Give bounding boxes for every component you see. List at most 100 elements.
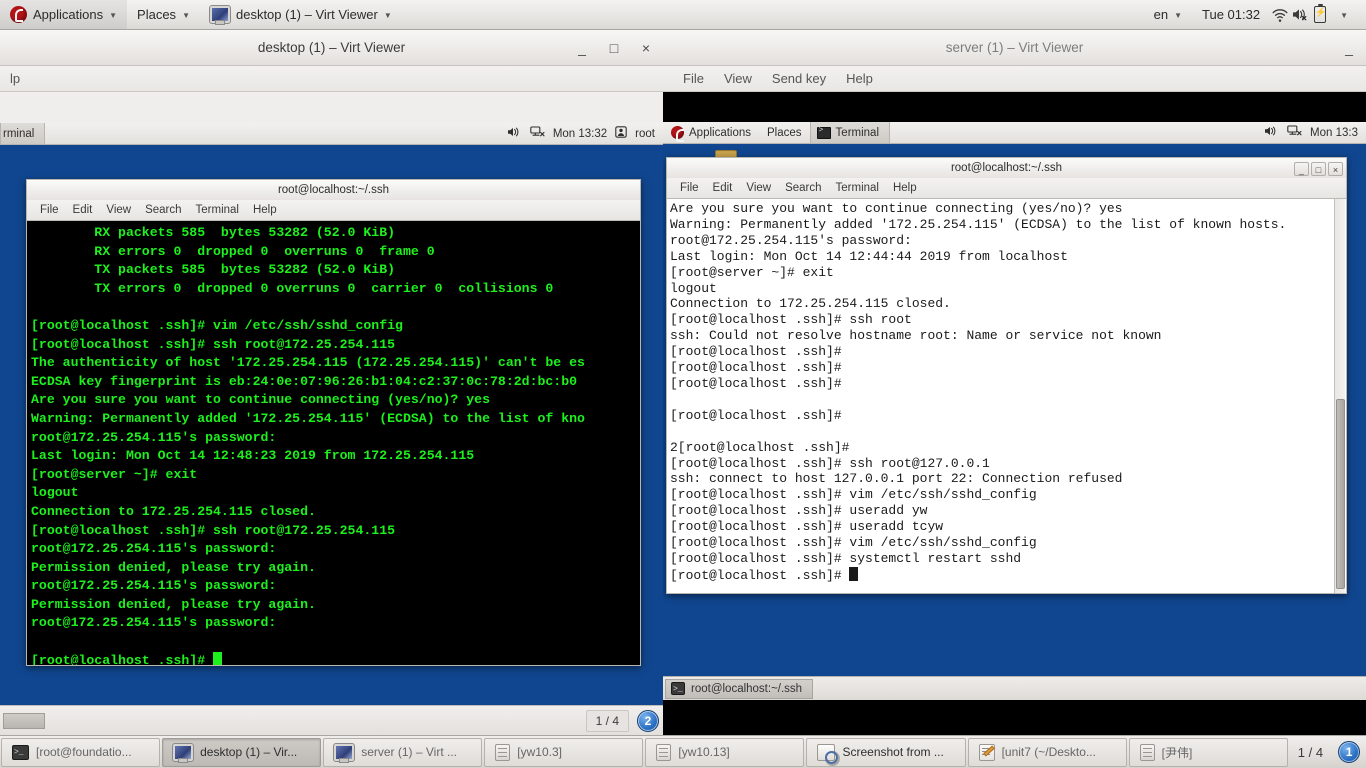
keyboard-layout-label: en: [1153, 7, 1169, 22]
system-menu[interactable]: ▼: [1330, 0, 1358, 29]
right-guest-applications-menu[interactable]: Applications: [663, 122, 759, 143]
taskbar-item-1[interactable]: desktop (1) – Vir...: [162, 737, 322, 767]
taskbar-item-0[interactable]: [root@foundatio...: [1, 737, 161, 767]
chevron-down-icon: ▼: [1174, 11, 1183, 20]
terminal-line: Are you sure you want to continue connec…: [670, 201, 1123, 216]
clock-label: Tue 01:32: [1202, 7, 1261, 22]
taskbar-item-label: [yw10.3]: [517, 745, 562, 759]
places-menu[interactable]: Places ▼: [127, 0, 200, 29]
text-editor-icon: [978, 743, 995, 761]
taskbar-item-5[interactable]: Screenshot from ...: [806, 737, 966, 767]
volume-muted-icon[interactable]: [1290, 5, 1310, 25]
terminal-line: Last login: Mon Oct 14 12:44:44 2019 fro…: [670, 248, 1068, 264]
right-guest-bottom-panel: root@localhost:~/.ssh: [663, 676, 1366, 700]
terminal-line: [root@localhost .ssh]#: [31, 651, 636, 665]
left-viewer-titlebar[interactable]: desktop (1) – Virt Viewer _ □ ×: [0, 30, 663, 66]
right-terminal-titlebar[interactable]: root@localhost:~/.ssh _ □ ×: [666, 157, 1347, 178]
menu-search[interactable]: Search: [138, 204, 188, 216]
right-terminal-menubar[interactable]: File Edit View Search Terminal Help: [666, 178, 1347, 199]
workspace-badge[interactable]: 1: [1338, 741, 1361, 763]
applications-menu[interactable]: Applications ▼: [0, 0, 128, 29]
left-viewer-menu-clipped[interactable]: lp: [0, 71, 30, 86]
volume-icon[interactable]: [1264, 125, 1279, 140]
taskbar-item-6[interactable]: [unit7 (~/Deskto...: [967, 737, 1127, 767]
left-guest-clock[interactable]: Mon 13:32: [553, 128, 607, 140]
terminal-scrollbar-thumb[interactable]: [1336, 399, 1345, 589]
applications-menu-label: Applications: [33, 7, 104, 22]
left-terminal-menubar[interactable]: File Edit View Search Terminal Help: [26, 200, 641, 221]
left-viewer-badge[interactable]: 2: [637, 709, 659, 732]
terminal-line: TX packets 585 bytes 53282 (52.0 KiB): [31, 262, 396, 278]
menu-help[interactable]: Help: [886, 182, 924, 194]
taskbar-item-2[interactable]: server (1) – Virt ...: [323, 737, 483, 767]
battery-icon[interactable]: [1310, 3, 1330, 25]
terminal-line: Connection to 172.25.254.115 closed.: [670, 296, 951, 312]
taskbar-item-7[interactable]: [尹伟]: [1128, 737, 1288, 767]
menu-terminal[interactable]: Terminal: [829, 182, 886, 194]
left-guest-user-label[interactable]: root: [635, 128, 655, 140]
menu-file[interactable]: File: [33, 204, 66, 216]
menu-edit[interactable]: Edit: [66, 204, 100, 216]
minimize-button[interactable]: _: [1340, 39, 1358, 57]
minimize-button[interactable]: _: [573, 39, 591, 57]
network-icon[interactable]: [1287, 125, 1302, 140]
menu-edit[interactable]: Edit: [706, 182, 740, 194]
left-viewer-statusbar: 1 / 4 2: [0, 705, 663, 735]
keyboard-layout-indicator[interactable]: en ▼: [1144, 0, 1192, 29]
network-icon[interactable]: [530, 126, 545, 141]
menu-search[interactable]: Search: [778, 182, 828, 194]
menu-file[interactable]: File: [673, 71, 714, 86]
menu-file[interactable]: File: [673, 182, 706, 194]
left-viewer-menubar[interactable]: lp: [0, 66, 663, 92]
menu-help[interactable]: Help: [246, 204, 284, 216]
right-guest-applications-label: Applications: [689, 126, 752, 139]
volume-icon[interactable]: [507, 126, 522, 141]
user-icon[interactable]: [615, 126, 627, 141]
taskbar-item-3[interactable]: [yw10.3]: [484, 737, 644, 767]
terminal-line: Connection to 172.25.254.115 closed.: [31, 503, 316, 519]
menu-view[interactable]: View: [739, 182, 778, 194]
horizontal-scrollbar[interactable]: [3, 712, 45, 729]
right-viewer-titlebar[interactable]: server (1) – Virt Viewer _: [663, 30, 1366, 66]
left-guest-task-terminal[interactable]: rminal: [0, 123, 46, 144]
fedora-logo-icon: [10, 6, 27, 23]
terminal-scrollbar[interactable]: [1334, 199, 1345, 593]
left-terminal-titlebar[interactable]: root@localhost:~/.ssh: [26, 179, 641, 200]
right-viewer-canvas: Applications Places Terminal: [663, 119, 1366, 735]
close-button[interactable]: ×: [637, 39, 655, 57]
menu-send-key[interactable]: Send key: [762, 71, 836, 86]
right-guest-bottom-task[interactable]: root@localhost:~/.ssh: [665, 678, 814, 699]
menu-view[interactable]: View: [714, 71, 762, 86]
minimize-button[interactable]: _: [1294, 161, 1309, 176]
right-guest-task-terminal[interactable]: Terminal: [809, 122, 891, 143]
terminal-line: Warning: Permanently added '172.25.254.1…: [670, 216, 1287, 232]
taskbar-item-label: [尹伟]: [1161, 745, 1193, 760]
menu-view[interactable]: View: [99, 204, 138, 216]
clock[interactable]: Tue 01:32: [1192, 0, 1270, 29]
taskbar-item-label: server (1) – Virt ...: [361, 745, 457, 759]
menu-help[interactable]: Help: [836, 71, 883, 86]
left-terminal-output[interactable]: RX packets 585 bytes 53282 (52.0 KiB) RX…: [26, 221, 641, 666]
virt-viewer-window-server[interactable]: server (1) – Virt Viewer _ File View Sen…: [663, 30, 1366, 735]
right-guest-places-menu[interactable]: Places: [759, 122, 810, 143]
taskbar-item-4[interactable]: [yw10.13]: [645, 737, 805, 767]
terminal-line: Warning: Permanently added '172.25.254.1…: [31, 410, 585, 426]
chevron-down-icon: ▼: [182, 11, 190, 20]
chevron-down-icon: ▼: [109, 11, 118, 20]
close-button[interactable]: ×: [1328, 161, 1343, 176]
right-guest-clock[interactable]: Mon 13:3: [1310, 127, 1358, 139]
right-terminal-output[interactable]: Are you sure you want to continue connec…: [667, 199, 1346, 593]
terminal-line: [root@localhost .ssh]# useradd yw: [670, 503, 928, 519]
wifi-icon[interactable]: [1270, 5, 1290, 25]
left-terminal-window[interactable]: root@localhost:~/.ssh File Edit View Sea…: [26, 179, 641, 666]
terminal-line: [root@localhost .ssh]# systemctl restart…: [670, 550, 1022, 566]
maximize-button[interactable]: □: [605, 39, 623, 57]
maximize-button[interactable]: □: [1311, 161, 1326, 176]
right-terminal-window[interactable]: root@localhost:~/.ssh _ □ × File Edit Vi…: [666, 157, 1347, 594]
taskbar-item-label: [yw10.13]: [678, 745, 730, 759]
terminal-icon: [12, 744, 29, 760]
active-window-menu[interactable]: desktop (1) – Virt Viewer ▼: [200, 0, 402, 29]
menu-terminal[interactable]: Terminal: [189, 204, 246, 216]
right-viewer-menubar[interactable]: File View Send key Help: [663, 66, 1366, 92]
virt-viewer-window-desktop[interactable]: desktop (1) – Virt Viewer _ □ × lp rmina…: [0, 30, 663, 735]
